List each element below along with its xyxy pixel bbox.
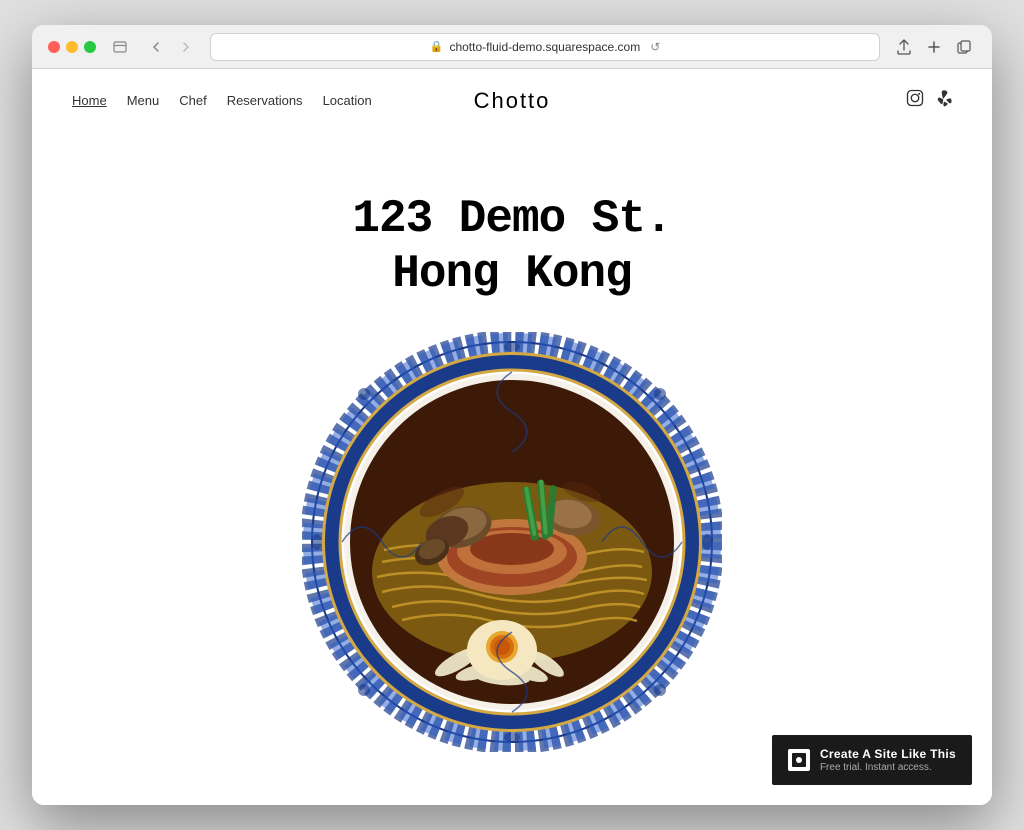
lock-icon: 🔒 — [430, 40, 444, 53]
site-social — [906, 89, 952, 112]
hero-text: 123 Demo St. Hong Kong — [312, 132, 711, 342]
maximize-button[interactable] — [84, 41, 96, 53]
nav-chef[interactable]: Chef — [179, 93, 206, 108]
site-header: Home Menu Chef Reservations Location Cho… — [32, 69, 992, 132]
browser-chrome: 🔒 chotto-fluid-demo.squarespace.com ↺ — [32, 25, 992, 69]
url-text: chotto-fluid-demo.squarespace.com — [449, 40, 640, 54]
squarespace-logo-dot — [796, 757, 802, 763]
squarespace-logo-inner — [792, 753, 806, 767]
yelp-icon[interactable] — [936, 89, 952, 112]
squarespace-main-text: Create A Site Like This — [820, 747, 956, 761]
instagram-icon[interactable] — [906, 89, 924, 112]
hero-address-line2: Hong Kong — [352, 247, 671, 302]
browser-nav — [144, 35, 198, 59]
site-nav: Home Menu Chef Reservations Location — [72, 93, 372, 108]
website-content: Home Menu Chef Reservations Location Cho… — [32, 69, 992, 805]
nav-menu[interactable]: Menu — [127, 93, 160, 108]
share-button[interactable] — [892, 35, 916, 59]
back-button[interactable] — [144, 35, 168, 59]
nav-home[interactable]: Home — [72, 93, 107, 108]
new-tab-button[interactable] — [922, 35, 946, 59]
squarespace-sub-text: Free trial. Instant access. — [820, 762, 956, 773]
window-toggle-button[interactable] — [108, 35, 132, 59]
duplicate-button[interactable] — [952, 35, 976, 59]
site-main: 123 Demo St. Hong Kong — [32, 132, 992, 805]
forward-button[interactable] — [174, 35, 198, 59]
refresh-icon[interactable]: ↺ — [650, 40, 660, 54]
squarespace-banner-text: Create A Site Like This Free trial. Inst… — [820, 747, 956, 773]
nav-reservations[interactable]: Reservations — [227, 93, 303, 108]
address-bar[interactable]: 🔒 chotto-fluid-demo.squarespace.com ↺ — [210, 33, 880, 61]
nav-location[interactable]: Location — [323, 93, 372, 108]
squarespace-logo — [788, 749, 810, 771]
site-title: Chotto — [474, 88, 551, 114]
close-button[interactable] — [48, 41, 60, 53]
ramen-bowl-image — [302, 332, 722, 752]
browser-actions — [892, 35, 976, 59]
browser-window: 🔒 chotto-fluid-demo.squarespace.com ↺ — [32, 25, 992, 805]
squarespace-banner[interactable]: Create A Site Like This Free trial. Inst… — [772, 735, 972, 785]
minimize-button[interactable] — [66, 41, 78, 53]
traffic-lights — [48, 41, 96, 53]
hero-address-line1: 123 Demo St. — [352, 192, 671, 247]
